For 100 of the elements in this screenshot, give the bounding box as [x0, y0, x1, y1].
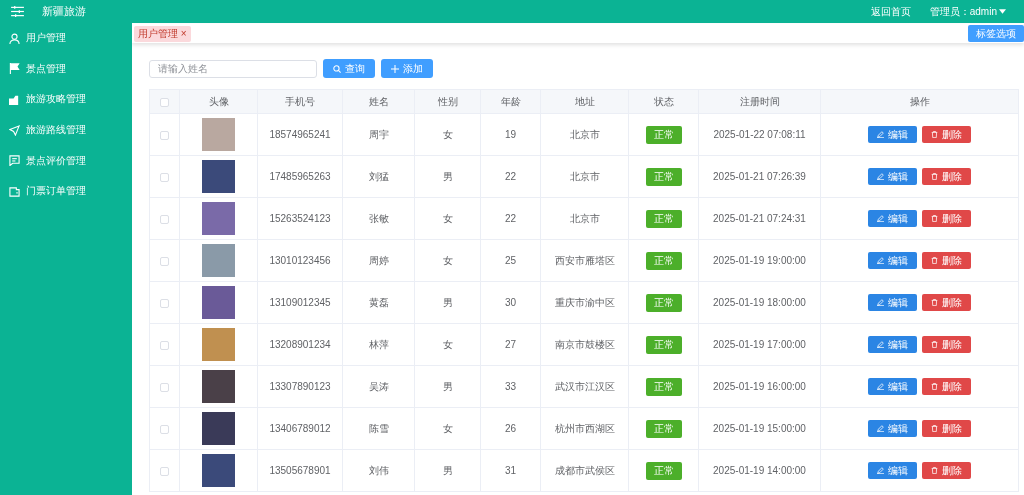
- column-header: 状态: [628, 89, 699, 114]
- table-cell: 2025-01-19 19:00:00: [698, 239, 821, 282]
- table-cell: 刘猛: [342, 155, 415, 198]
- table-cell: 西安市雁塔区: [540, 239, 629, 282]
- table-cell: 31: [480, 449, 541, 492]
- table-cell: 26: [480, 407, 541, 450]
- edit-button[interactable]: 编辑: [868, 252, 917, 269]
- table-cell: 林萍: [342, 323, 415, 366]
- delete-button[interactable]: 删除: [922, 420, 971, 437]
- table-cell: 刘伟: [342, 449, 415, 492]
- column-header: 地址: [540, 89, 629, 114]
- edit-button[interactable]: 编辑: [868, 378, 917, 395]
- column-header: 性别: [414, 89, 481, 114]
- table-cell: 33: [480, 365, 541, 408]
- table-cell: 男: [414, 281, 481, 324]
- table-cell: 19: [480, 113, 541, 156]
- table-cell: 周婷: [342, 239, 415, 282]
- table-cell: 女: [414, 407, 481, 450]
- table-cell: 南京市鼓楼区: [540, 323, 629, 366]
- table-cell: 女: [414, 323, 481, 366]
- delete-button[interactable]: 删除: [922, 252, 971, 269]
- table-cell: 2025-01-19 15:00:00: [698, 407, 821, 450]
- table-cell: 2025-01-19 14:00:00: [698, 449, 821, 492]
- sidebar-item[interactable]: 景点评价管理: [0, 145, 132, 176]
- table-cell: 13307890123: [257, 365, 343, 408]
- table-cell: 陈雪: [342, 407, 415, 450]
- table-cell: 2025-01-21 07:24:31: [698, 197, 821, 240]
- delete-button[interactable]: 删除: [922, 294, 971, 311]
- app-title: 新疆旅游: [42, 4, 86, 19]
- sidebar-item[interactable]: 用户管理: [0, 23, 132, 54]
- table-cell: 吴涛: [342, 365, 415, 408]
- status-tag: 正常: [645, 293, 682, 312]
- edit-button[interactable]: 编辑: [868, 336, 917, 353]
- table-cell: 周宇: [342, 113, 415, 156]
- table-cell: 13109012345: [257, 281, 343, 324]
- table-cell: 22: [480, 197, 541, 240]
- table-cell: 13406789012: [257, 407, 343, 450]
- table-cell: 13505678901: [257, 449, 343, 492]
- home-link[interactable]: 返回首页: [870, 4, 911, 19]
- table-cell: 男: [414, 449, 481, 492]
- edit-button[interactable]: 编辑: [868, 462, 917, 479]
- table-cell: 2025-01-21 07:26:39: [698, 155, 821, 198]
- edit-button[interactable]: 编辑: [868, 168, 917, 185]
- edit-button[interactable]: 编辑: [868, 420, 917, 437]
- table-cell: 27: [480, 323, 541, 366]
- table-cell: 22: [480, 155, 541, 198]
- table-cell: 成都市武侯区: [540, 449, 629, 492]
- table-cell: 男: [414, 155, 481, 198]
- table-cell: 13208901234: [257, 323, 343, 366]
- status-tag: 正常: [645, 335, 682, 354]
- column-header: 头像: [179, 89, 258, 114]
- sidebar-item[interactable]: 旅游路线管理: [0, 114, 132, 146]
- status-tag: 正常: [645, 209, 682, 228]
- sidebar-item[interactable]: 景点管理: [0, 53, 132, 85]
- table-cell: 2025-01-19 18:00:00: [698, 281, 821, 324]
- add-button[interactable]: 添加: [381, 59, 433, 78]
- sidebar-item[interactable]: 旅游攻略管理: [0, 84, 132, 115]
- status-tag: 正常: [645, 419, 682, 438]
- table-cell: 北京市: [540, 113, 629, 156]
- table-cell: 女: [414, 113, 481, 156]
- table-cell: 重庆市渝中区: [540, 281, 629, 324]
- table-cell: 13010123456: [257, 239, 343, 282]
- table-cell: 25: [480, 239, 541, 282]
- search-button[interactable]: 查询: [323, 59, 375, 78]
- edit-button[interactable]: 编辑: [868, 294, 917, 311]
- table-cell: 女: [414, 239, 481, 282]
- table-cell: 2025-01-19 16:00:00: [698, 365, 821, 408]
- delete-button[interactable]: 删除: [922, 168, 971, 185]
- column-header: 手机号: [257, 89, 343, 114]
- column-header: 姓名: [342, 89, 415, 114]
- table-cell: 张敏: [342, 197, 415, 240]
- column-header: 年龄: [480, 89, 541, 114]
- table-cell: 15263524123: [257, 197, 343, 240]
- page-tag[interactable]: 用户管理 ×: [134, 25, 191, 42]
- status-tag: 正常: [645, 461, 682, 480]
- column-header: 操作: [820, 89, 1019, 114]
- delete-button[interactable]: 删除: [922, 126, 971, 143]
- sidebar-item[interactable]: 门票订单管理: [0, 175, 132, 207]
- delete-button[interactable]: 删除: [922, 462, 971, 479]
- user-menu[interactable]: 管理员：admin: [929, 4, 1006, 19]
- table-cell: 30: [480, 281, 541, 324]
- delete-button[interactable]: 删除: [922, 210, 971, 227]
- tag-options-button[interactable]: 标签选项: [968, 25, 1024, 42]
- delete-button[interactable]: 删除: [922, 378, 971, 395]
- search-field[interactable]: 请输入姓名: [149, 59, 317, 78]
- table-cell: 2025-01-19 17:00:00: [698, 323, 821, 366]
- table-cell: 2025-01-22 07:08:11: [698, 113, 821, 156]
- table-cell: 18574965241: [257, 113, 343, 156]
- table-cell: 武汉市江汉区: [540, 365, 629, 408]
- status-tag: 正常: [645, 125, 682, 144]
- status-tag: 正常: [645, 251, 682, 270]
- table-cell: 北京市: [540, 155, 629, 198]
- edit-button[interactable]: 编辑: [868, 210, 917, 227]
- table-cell: 女: [414, 197, 481, 240]
- edit-button[interactable]: 编辑: [868, 126, 917, 143]
- table-cell: 17485965263: [257, 155, 343, 198]
- table-cell: 北京市: [540, 197, 629, 240]
- column-header: 注册时间: [698, 89, 821, 114]
- status-tag: 正常: [645, 167, 682, 186]
- delete-button[interactable]: 删除: [922, 336, 971, 353]
